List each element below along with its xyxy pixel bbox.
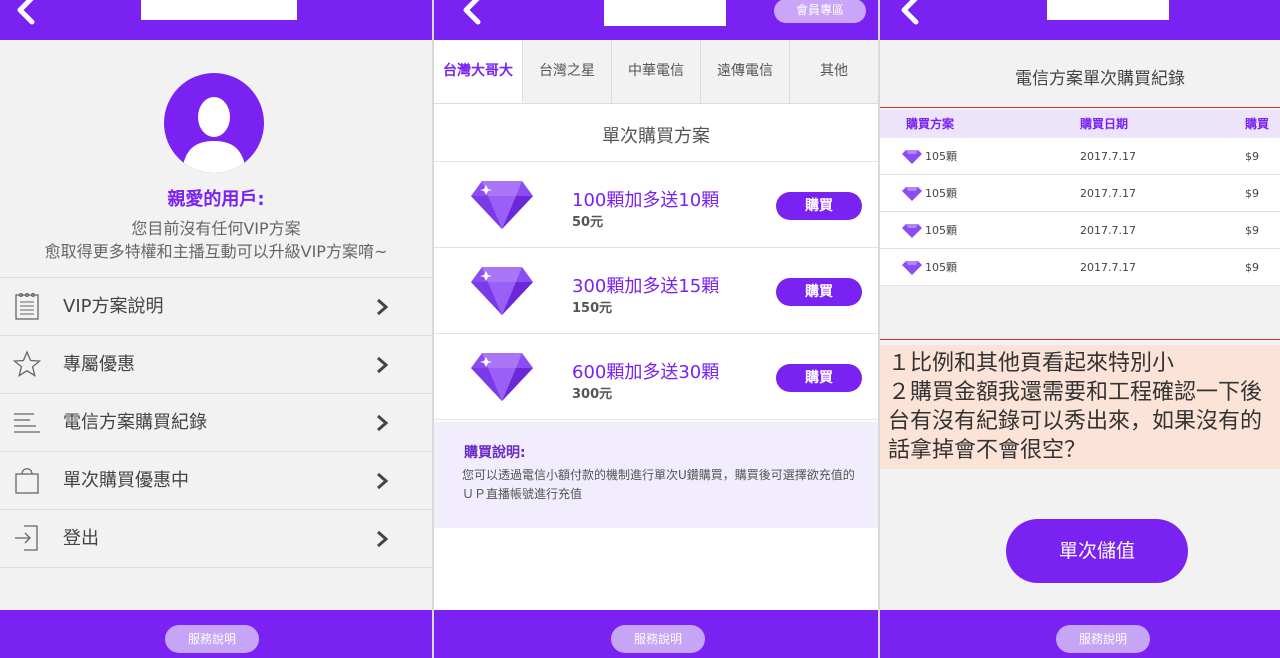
tab-far-eastone[interactable]: 遠傳電信	[701, 40, 790, 103]
plan-price: 300元	[572, 387, 613, 402]
plan-title: 600顆加多送30顆	[572, 362, 720, 383]
list-icon	[14, 413, 40, 433]
menu-item-label: VIP方案說明	[63, 296, 164, 317]
plan-card: 300顆加多送15顆 150元 購買	[434, 248, 878, 334]
section-title: 單次購買方案	[602, 126, 710, 147]
back-arrow-icon[interactable]	[10, 0, 42, 26]
title-placeholder	[1047, 0, 1169, 20]
plan-title: 100顆加多送10顆	[572, 190, 720, 211]
greeting-title: 親愛的用戶:	[167, 189, 265, 210]
title-placeholder	[604, 0, 726, 26]
chevron-right-icon	[377, 356, 389, 374]
purchase-explanation: 購買說明: 您可以透過電信小額付款的機制進行單次U鑽購買，購買後可選擇欲充值的Ｕ…	[434, 422, 878, 528]
greeting-line: 愈取得更多特權和主播互動可以升級VIP方案唷~	[44, 242, 388, 261]
single-topup-button[interactable]: 單次儲值	[1006, 519, 1188, 583]
greeting-line: 您目前沒有任何VIP方案	[131, 219, 301, 238]
menu-item-label: 登出	[63, 528, 99, 549]
chevron-right-icon	[377, 298, 389, 316]
chevron-right-icon	[377, 530, 389, 548]
plan-price: 50元	[572, 215, 604, 230]
back-arrow-icon[interactable]	[894, 0, 926, 26]
tab-other[interactable]: 其他	[790, 40, 878, 103]
annotation-highlight-box	[880, 107, 1280, 340]
menu-item-vip-plan[interactable]: VIP方案說明	[0, 278, 432, 336]
service-info-button[interactable]: 服務說明	[611, 625, 705, 653]
tab-taiwan-star[interactable]: 台灣之星	[523, 40, 612, 103]
chevron-right-icon	[377, 472, 389, 490]
back-arrow-icon[interactable]	[456, 0, 488, 26]
bottom-bar: 服務說明	[434, 610, 878, 658]
title-placeholder	[141, 0, 297, 20]
annotation-note: １比例和其他頁看起來特別小 ２購買金額我還需要和工程確認一下後 台有沒有紀錄可以…	[880, 345, 1280, 469]
menu-item-single-purchase[interactable]: 單次購買優惠中	[0, 452, 432, 510]
plan-title: 300顆加多送15顆	[572, 276, 720, 297]
annotation-line: 話拿掉會不會很空？	[888, 438, 1087, 463]
star-icon	[12, 350, 42, 377]
user-silhouette-icon	[182, 97, 246, 173]
menu-item-exclusive-offers[interactable]: 專屬優惠	[0, 336, 432, 394]
annotation-line: ２購買金額我還需要和工程確認一下後	[888, 380, 1263, 405]
service-info-button[interactable]: 服務說明	[1056, 625, 1150, 653]
tab-chunghwa-telecom[interactable]: 中華電信	[612, 40, 701, 103]
buy-button[interactable]: 購買	[776, 364, 862, 392]
logout-icon	[15, 525, 38, 551]
plan-card: 600顆加多送30顆 300元 購買	[434, 334, 878, 420]
shopping-bag-icon	[15, 468, 39, 494]
menu-item-logout[interactable]: 登出	[0, 510, 432, 568]
diamond-icon	[471, 267, 533, 315]
records-panel: 電信方案單次購買紀錄 購買方案 購買日期 購買金 105顆 2017.7.17 …	[880, 0, 1280, 658]
member-area-button[interactable]: 會員專區	[774, 0, 866, 23]
plan-price: 150元	[572, 301, 613, 316]
menu-item-telecom-records[interactable]: 電信方案購買紀錄	[0, 394, 432, 452]
diamond-icon	[471, 181, 533, 229]
top-bar	[0, 0, 432, 40]
annotation-line: 台有沒有紀錄可以秀出來，如果沒有的	[888, 409, 1263, 434]
service-info-button[interactable]: 服務說明	[165, 625, 259, 653]
tab-taiwan-mobile[interactable]: 台灣大哥大	[434, 40, 523, 103]
avatar	[164, 73, 264, 173]
explanation-title: 購買說明:	[464, 445, 526, 461]
account-panel: 親愛的用戶: 您目前沒有任何VIP方案 愈取得更多特權和主播互動可以升級VIP方…	[0, 0, 432, 658]
page-title: 電信方案單次購買紀錄	[1015, 69, 1185, 89]
plan-card: 100顆加多送10顆 50元 購買	[434, 162, 878, 248]
top-bar	[880, 0, 1280, 40]
explanation-text: 您可以透過電信小額付款的機制進行單次U鑽購買，購買後可選擇欲充值的ＵＰ直播帳號進…	[462, 468, 855, 501]
chevron-right-icon	[377, 414, 389, 432]
top-bar: 會員專區	[434, 0, 878, 40]
account-menu: VIP方案說明 專屬優惠 電信方案購買紀錄 單次購買優惠中 登出	[0, 277, 432, 568]
buy-button[interactable]: 購買	[776, 192, 862, 220]
menu-item-label: 專屬優惠	[63, 354, 135, 375]
menu-item-label: 單次購買優惠中	[63, 470, 189, 491]
diamond-icon	[471, 353, 533, 401]
purchase-panel: 會員專區 台灣大哥大 台灣之星 中華電信 遠傳電信 其他 單次購買方案 100顆…	[434, 0, 878, 658]
menu-item-label: 電信方案購買紀錄	[63, 412, 207, 433]
carrier-tabs: 台灣大哥大 台灣之星 中華電信 遠傳電信 其他	[434, 40, 878, 104]
bottom-bar: 服務說明	[0, 610, 432, 658]
annotation-line: １比例和其他頁看起來特別小	[888, 351, 1175, 376]
bottom-bar: 服務說明	[880, 610, 1280, 658]
notepad-icon	[15, 293, 39, 320]
buy-button[interactable]: 購買	[776, 278, 862, 306]
